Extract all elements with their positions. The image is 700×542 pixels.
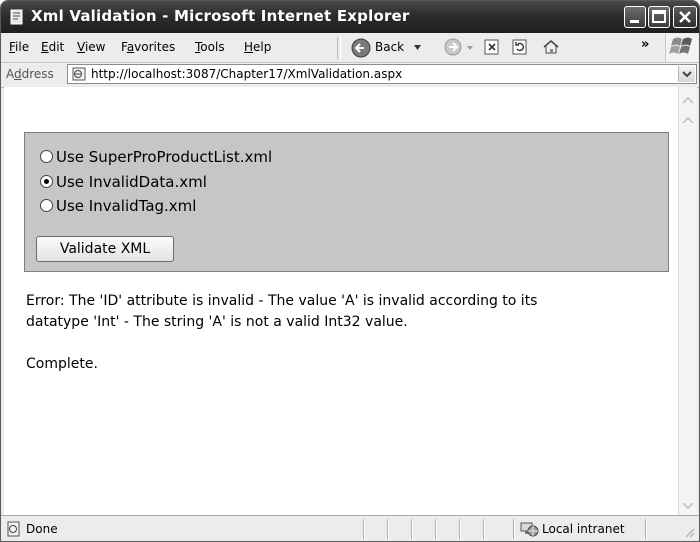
status-divider: [513, 519, 515, 539]
option-invaliddata-label: Use InvalidData.xml: [56, 173, 207, 191]
local-intranet-icon: [520, 522, 539, 537]
address-label-key: d: [14, 67, 22, 81]
address-label: Address: [6, 67, 54, 81]
status-divider: [459, 519, 461, 539]
menu-help-rest: elp: [253, 40, 272, 54]
home-icon[interactable]: [542, 38, 560, 56]
status-divider: [387, 519, 389, 539]
close-icon: [679, 11, 691, 23]
menu-bar: File Edit View Favorites Tools Help Back…: [1, 33, 699, 63]
options-panel: Use SuperProProductList.xml Use InvalidD…: [24, 132, 669, 272]
address-label-rest: dress: [21, 67, 54, 81]
resize-grip-icon[interactable]: [683, 526, 695, 538]
menu-favorites-rest: vorites: [134, 40, 176, 54]
toolbar-overflow[interactable]: »: [641, 37, 649, 52]
status-divider: [363, 519, 365, 539]
browser-window: Xml Validation - Microsoft Internet Expl…: [0, 0, 700, 542]
menu-tools[interactable]: Tools: [195, 40, 225, 54]
vertical-scrollbar[interactable]: [678, 111, 697, 515]
radio-invaliddata[interactable]: [40, 175, 53, 188]
address-url: http://localhost:3087/Chapter17/XmlValid…: [91, 67, 403, 81]
menu-tools-rest: ools: [200, 40, 225, 54]
status-divider: [645, 519, 647, 539]
menu-edit-rest: dit: [48, 40, 65, 54]
menu-view-rest: iew: [84, 40, 106, 54]
validate-xml-button[interactable]: Validate XML: [36, 236, 174, 262]
address-bar: Address http://localhost:3087/Chapter17/…: [1, 63, 699, 88]
radio-superpro[interactable]: [40, 150, 53, 163]
scroll-up-arrow-icon[interactable]: [680, 93, 696, 109]
option-invalidtag-label: Use InvalidTag.xml: [56, 197, 197, 215]
address-dropdown[interactable]: [678, 66, 695, 82]
windows-flag-icon: [669, 37, 692, 54]
zone-text: Local intranet: [542, 522, 625, 536]
window-title: Xml Validation - Microsoft Internet Expl…: [31, 7, 410, 25]
scroll-down-icon[interactable]: [680, 497, 696, 513]
windows-logo: [665, 34, 698, 62]
minimize-button[interactable]: [624, 6, 646, 28]
scrollbar-top: [678, 87, 697, 111]
status-text: Done: [26, 522, 58, 536]
minimize-icon: [630, 20, 639, 23]
refresh-icon[interactable]: [511, 38, 529, 56]
status-divider: [435, 519, 437, 539]
title-bar[interactable]: Xml Validation - Microsoft Internet Expl…: [1, 1, 699, 33]
menu-help[interactable]: Help: [244, 40, 271, 54]
complete-message: Complete.: [26, 356, 98, 372]
radio-invalidtag[interactable]: [40, 199, 53, 212]
back-label: Back: [375, 40, 405, 54]
forward-arrow-icon[interactable]: [444, 38, 462, 56]
stop-icon[interactable]: [483, 38, 501, 56]
menu-favorites[interactable]: Favorites: [121, 40, 175, 54]
ie-page-icon: [10, 9, 23, 25]
menu-file[interactable]: File: [9, 40, 29, 54]
address-label-pre: A: [6, 67, 14, 81]
menu-help-key: H: [244, 40, 254, 54]
status-divider: [483, 519, 485, 539]
close-button[interactable]: [673, 6, 697, 28]
menu-view-key: V: [77, 40, 85, 54]
maximize-button[interactable]: [648, 6, 670, 28]
error-message-line1: Error: The 'ID' attribute is invalid - T…: [26, 293, 538, 309]
address-input[interactable]: http://localhost:3087/Chapter17/XmlValid…: [67, 64, 697, 84]
page-done-icon: [7, 521, 20, 537]
maximize-icon: [652, 10, 666, 23]
menu-file-rest: ile: [15, 40, 30, 54]
back-arrow-icon: [351, 38, 371, 58]
menu-edit-key: E: [41, 40, 49, 54]
status-divider: [411, 519, 413, 539]
scroll-up-icon[interactable]: [680, 113, 696, 129]
menu-view[interactable]: View: [77, 40, 105, 54]
option-superpro-label: Use SuperProProductList.xml: [56, 148, 273, 166]
forward-dropdown-icon[interactable]: [467, 46, 474, 51]
toolbar-separator: [337, 37, 341, 59]
content-top: [4, 87, 678, 111]
status-bar: Done Local intranet: [1, 515, 699, 541]
page-icon: [72, 67, 86, 81]
error-message-line2: datatype 'Int' - The string 'A' is not a…: [26, 314, 408, 330]
back-dropdown-icon: [414, 45, 421, 50]
menu-edit[interactable]: Edit: [41, 40, 64, 54]
chevron-down-icon: [682, 71, 692, 78]
